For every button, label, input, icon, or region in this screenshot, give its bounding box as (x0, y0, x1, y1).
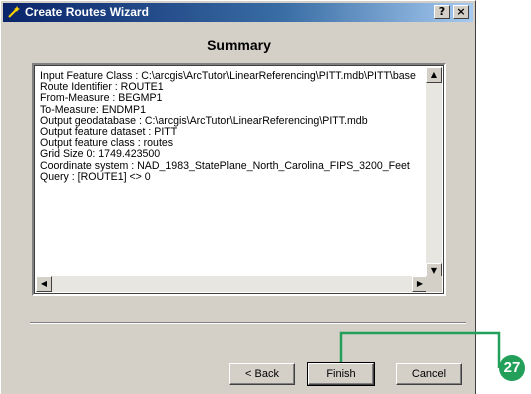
horizontal-scrollbar[interactable]: ◀ ▶ (36, 276, 428, 292)
vertical-scrollbar[interactable]: ▲ ▼ (426, 67, 442, 279)
summary-line-from-measure: From-Measure : BEGMP1 (40, 92, 163, 105)
scrollbar-corner (426, 276, 442, 292)
back-button[interactable]: < Back (229, 363, 295, 385)
button-separator (30, 322, 466, 324)
page-title: Summary (207, 37, 271, 53)
summary-line-grid-size: Grid Size 0: 1749.423500 (40, 148, 161, 161)
step-number-badge: 27 (499, 355, 525, 381)
finish-button[interactable]: Finish (307, 362, 375, 386)
title-bar[interactable]: Create Routes Wizard ? × (3, 3, 473, 22)
summary-textbox[interactable]: Input Feature Class : C:\arcgis\ArcTutor… (32, 63, 446, 296)
close-button[interactable]: × (453, 5, 469, 19)
summary-lines: Input Feature Class : C:\arcgis\ArcTutor… (40, 71, 425, 281)
help-button[interactable]: ? (434, 5, 450, 19)
summary-line-query: Query : [ROUTE1] <> 0 (40, 170, 151, 183)
wizard-window: Create Routes Wizard ? × Summary Input F… (0, 0, 476, 394)
arrow-left-icon[interactable]: ◀ (36, 276, 52, 292)
cancel-button[interactable]: Cancel (396, 363, 462, 385)
wizard-icon (8, 6, 20, 18)
arrow-up-icon[interactable]: ▲ (426, 67, 442, 83)
window-title: Create Routes Wizard (25, 5, 149, 19)
